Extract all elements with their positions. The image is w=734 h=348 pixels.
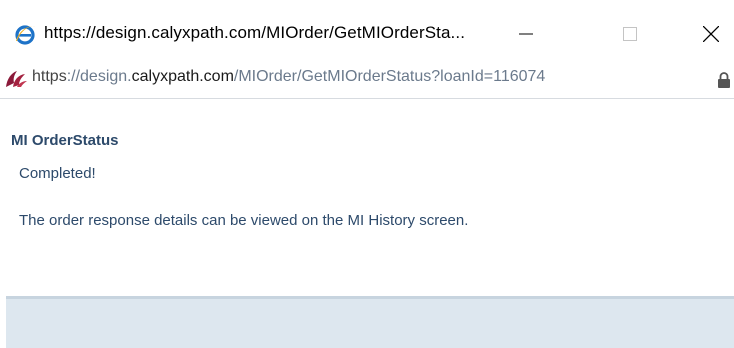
close-icon	[703, 26, 719, 42]
page-title: MI OrderStatus	[11, 132, 119, 149]
maximize-icon	[623, 27, 637, 41]
dialog-footer	[6, 296, 734, 348]
url-path: /MIOrder/GetMIOrderStatus?loanId=116074	[233, 68, 546, 85]
url-separator: ://	[66, 68, 81, 85]
status-message: Completed!	[19, 165, 96, 182]
window-title: https://design.calyxpath.com/MIOrder/Get…	[44, 23, 466, 42]
url-domain: calyxpath.com	[131, 68, 234, 85]
address-bar[interactable]: https://design.calyxpath.com/MIOrder/Get…	[0, 62, 734, 98]
internet-explorer-icon	[14, 24, 36, 46]
url-protocol: https	[32, 68, 67, 85]
maximize-button[interactable]	[607, 14, 653, 54]
close-button[interactable]	[688, 14, 734, 54]
lock-icon[interactable]	[717, 71, 731, 89]
url-subdomain: design.	[80, 68, 132, 85]
minimize-button[interactable]	[503, 14, 549, 54]
calyx-site-icon	[4, 69, 28, 89]
window-title-bar[interactable]: https://design.calyxpath.com/MIOrder/Get…	[0, 0, 734, 62]
detail-message: The order response details can be viewed…	[19, 212, 469, 229]
page-content: MI OrderStatus Completed! The order resp…	[0, 99, 734, 295]
url-text[interactable]: https://design.calyxpath.com/MIOrder/Get…	[32, 68, 545, 86]
minimize-icon	[519, 33, 533, 35]
